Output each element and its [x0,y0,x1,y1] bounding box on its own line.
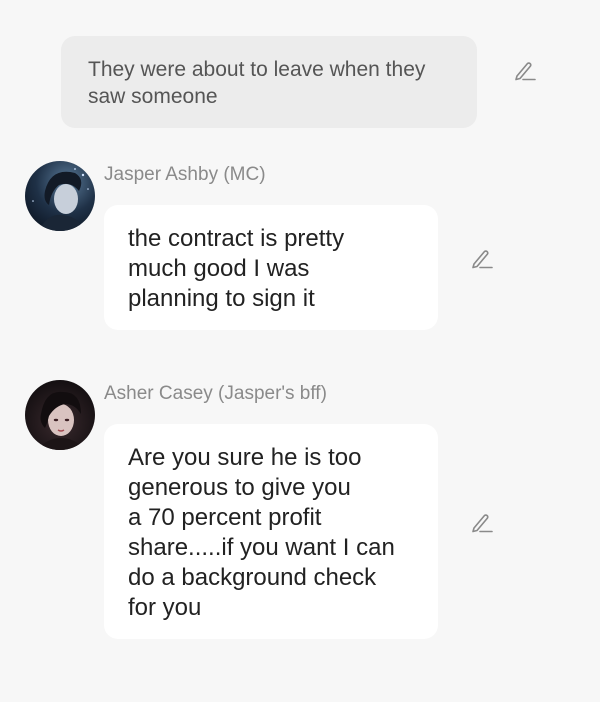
message-bubble[interactable]: Are you sure he is too generous to give … [104,424,438,639]
narration-bubble[interactable]: They were about to leave when they saw s… [61,36,477,128]
message-line: share.....if you want I can [128,534,395,561]
message-line: Are you sure he is too [128,444,362,471]
edit-message-icon[interactable] [468,510,494,536]
message-line: generous to give you [128,474,351,501]
edit-narration-icon[interactable] [511,58,537,84]
message-bubble[interactable]: the contract is pretty much good I was p… [104,205,438,330]
edit-message-icon[interactable] [468,246,494,272]
message-line: much good I was [128,255,310,282]
avatar-asher[interactable] [25,380,95,450]
message-line: for you [128,594,202,621]
message-line: the contract is pretty [128,225,345,252]
speaker-name: Jasper Ashby (MC) [104,164,266,185]
avatar-jasper[interactable] [25,161,95,231]
message-line: planning to sign it [128,285,315,312]
speaker-name: Asher Casey (Jasper's bff) [104,383,327,404]
message-line: do a background check [128,564,377,591]
message-line: a 70 percent profit [128,504,322,531]
narration-line: They were about to leave when they [88,58,426,81]
narration-line: saw someone [88,85,218,108]
